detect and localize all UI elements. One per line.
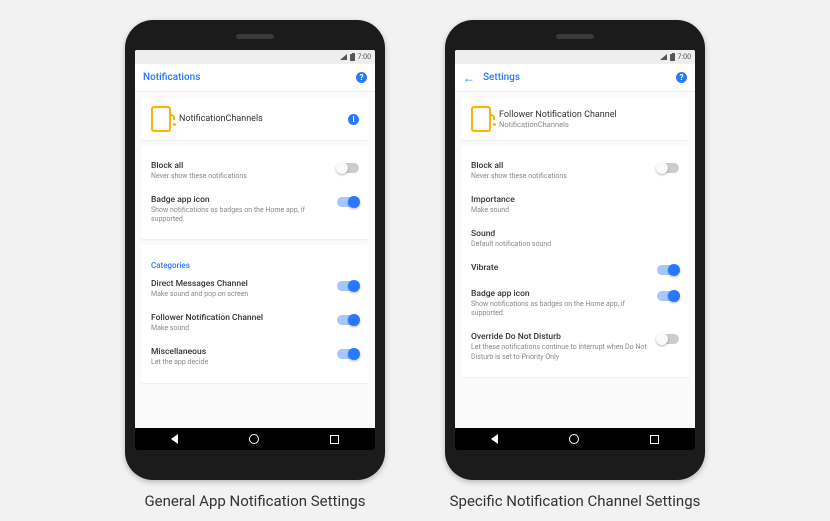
dnd-toggle[interactable] <box>657 334 679 344</box>
signal-icon <box>340 54 347 60</box>
channel-name: Follower Notification Channel <box>499 110 617 120</box>
caption-left: General App Notification Settings <box>144 492 365 510</box>
caption-right: Specific Notification Channel Settings <box>450 492 701 510</box>
app-icon <box>151 106 171 132</box>
cat-misc-sub: Let the app decide <box>151 358 329 367</box>
nav-home-icon[interactable] <box>569 434 579 444</box>
sound-sub: Default notification sound <box>471 240 679 249</box>
badge-toggle[interactable] <box>337 197 359 207</box>
status-bar: 7:00 <box>455 50 695 64</box>
app-name: NotificationChannels <box>499 120 617 129</box>
cat-misc-title: Miscellaneous <box>151 347 329 357</box>
setting-override-dnd[interactable]: Override Do Not Disturb Let these notifi… <box>471 325 679 368</box>
app-name: NotificationChannels <box>179 114 263 124</box>
importance-title: Importance <box>471 195 679 205</box>
nav-home-icon[interactable] <box>249 434 259 444</box>
cat-follower-toggle[interactable] <box>337 315 359 325</box>
cat-follower-sub: Make sound <box>151 324 329 333</box>
nav-bar <box>455 428 695 450</box>
category-follower[interactable]: Follower Notification Channel Make sound <box>151 306 359 340</box>
badge-toggle[interactable] <box>657 291 679 301</box>
page-title: Settings <box>483 72 668 83</box>
nav-back-icon[interactable] <box>491 434 498 444</box>
status-time: 7:00 <box>358 53 372 61</box>
cat-direct-title: Direct Messages Channel <box>151 279 329 289</box>
info-icon[interactable]: i <box>348 114 359 125</box>
setting-block-all[interactable]: Block all Never show these notifications <box>151 154 359 188</box>
badge-sub: Show notifications as badges on the Home… <box>151 206 329 224</box>
app-bar: ← Settings ? <box>455 64 695 92</box>
nav-bar <box>135 428 375 450</box>
cat-direct-toggle[interactable] <box>337 281 359 291</box>
phone-speaker <box>236 34 274 39</box>
cat-misc-toggle[interactable] <box>337 349 359 359</box>
help-icon[interactable]: ? <box>676 72 687 83</box>
block-all-title: Block all <box>151 161 329 171</box>
importance-sub: Make sound <box>471 206 679 215</box>
battery-icon <box>670 54 675 61</box>
phone-speaker <box>556 34 594 39</box>
setting-vibrate[interactable]: Vibrate <box>471 256 679 282</box>
battery-icon <box>350 54 355 61</box>
vibrate-toggle[interactable] <box>657 265 679 275</box>
setting-block-all[interactable]: Block all Never show these notifications <box>471 154 679 188</box>
phone-right: 7:00 ← Settings ? Follower Notification … <box>445 20 705 480</box>
categories-label: Categories <box>151 253 359 272</box>
nav-recent-icon[interactable] <box>330 435 339 444</box>
setting-importance[interactable]: Importance Make sound <box>471 188 679 222</box>
dnd-sub: Let these notifications continue to inte… <box>471 343 649 361</box>
signal-icon <box>660 54 667 60</box>
nav-back-icon[interactable] <box>171 434 178 444</box>
block-all-toggle[interactable] <box>337 163 359 173</box>
setting-sound[interactable]: Sound Default notification sound <box>471 222 679 256</box>
category-miscellaneous[interactable]: Miscellaneous Let the app decide <box>151 340 359 374</box>
screen-right: 7:00 ← Settings ? Follower Notification … <box>455 50 695 450</box>
vibrate-title: Vibrate <box>471 263 649 273</box>
app-header-card: NotificationChannels i <box>141 98 369 140</box>
channel-header-card: Follower Notification Channel Notificati… <box>461 98 689 140</box>
phone-left: 7:00 Notifications ? NotificationChannel… <box>125 20 385 480</box>
nav-recent-icon[interactable] <box>650 435 659 444</box>
badge-sub: Show notifications as badges on the Home… <box>471 300 649 318</box>
block-all-toggle[interactable] <box>657 163 679 173</box>
setting-badge-app-icon[interactable]: Badge app icon Show notifications as bad… <box>151 188 359 231</box>
category-direct-messages[interactable]: Direct Messages Channel Make sound and p… <box>151 272 359 306</box>
page-title: Notifications <box>143 72 348 83</box>
dnd-title: Override Do Not Disturb <box>471 332 649 342</box>
app-icon <box>471 106 491 132</box>
sound-title: Sound <box>471 229 679 239</box>
screen-left: 7:00 Notifications ? NotificationChannel… <box>135 50 375 450</box>
badge-title: Badge app icon <box>151 195 329 205</box>
block-all-title: Block all <box>471 161 649 171</box>
status-time: 7:00 <box>678 53 692 61</box>
cat-follower-title: Follower Notification Channel <box>151 313 329 323</box>
back-arrow-icon[interactable]: ← <box>463 72 475 84</box>
block-all-sub: Never show these notifications <box>471 172 649 181</box>
help-icon[interactable]: ? <box>356 72 367 83</box>
setting-badge-app-icon[interactable]: Badge app icon Show notifications as bad… <box>471 282 679 325</box>
block-all-sub: Never show these notifications <box>151 172 329 181</box>
cat-direct-sub: Make sound and pop on screen <box>151 290 329 299</box>
status-bar: 7:00 <box>135 50 375 64</box>
badge-title: Badge app icon <box>471 289 649 299</box>
app-bar: Notifications ? <box>135 64 375 92</box>
